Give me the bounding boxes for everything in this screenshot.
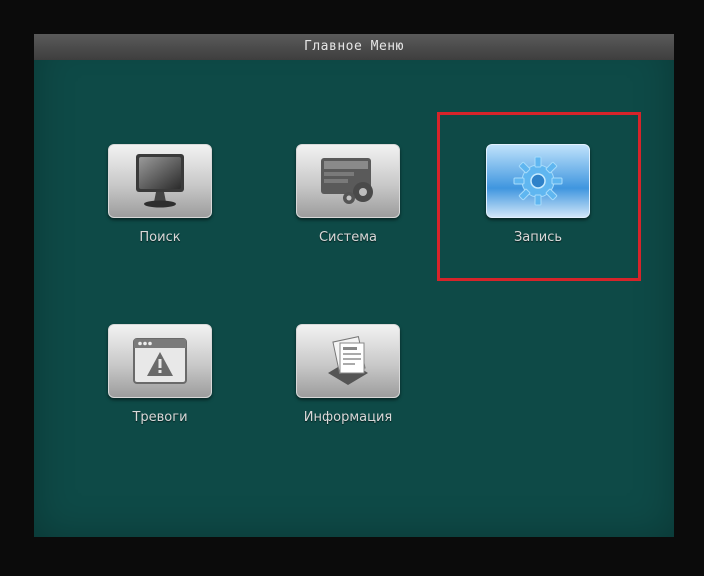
dvr-screen: Главное Меню Поиск Система Запись Тревог… xyxy=(0,0,704,576)
search-label: Поиск xyxy=(139,230,181,245)
system-tile-icon-box[interactable] xyxy=(296,144,400,218)
system-settings-icon xyxy=(321,158,373,204)
main-menu-window: Главное Меню Поиск Система Запись Тревог… xyxy=(34,34,674,537)
info-label: Информация xyxy=(303,410,393,425)
search-tile-icon-box[interactable] xyxy=(108,144,212,218)
menu-item-search[interactable]: Поиск xyxy=(108,144,212,254)
menu-item-system[interactable]: Система xyxy=(296,144,400,254)
monitor-icon xyxy=(136,154,184,208)
menu-item-info[interactable]: Информация xyxy=(296,324,400,434)
info-tile-icon-box[interactable] xyxy=(296,324,400,398)
documents-icon xyxy=(328,336,368,385)
system-label: Система xyxy=(318,230,378,245)
alarms-tile-icon-box[interactable] xyxy=(108,324,212,398)
selection-highlight-frame xyxy=(437,112,641,281)
window-title: Главное Меню xyxy=(34,34,674,60)
warning-window-icon xyxy=(133,338,187,384)
alarms-label: Тревоги xyxy=(132,410,188,425)
menu-item-alarms[interactable]: Тревоги xyxy=(108,324,212,434)
